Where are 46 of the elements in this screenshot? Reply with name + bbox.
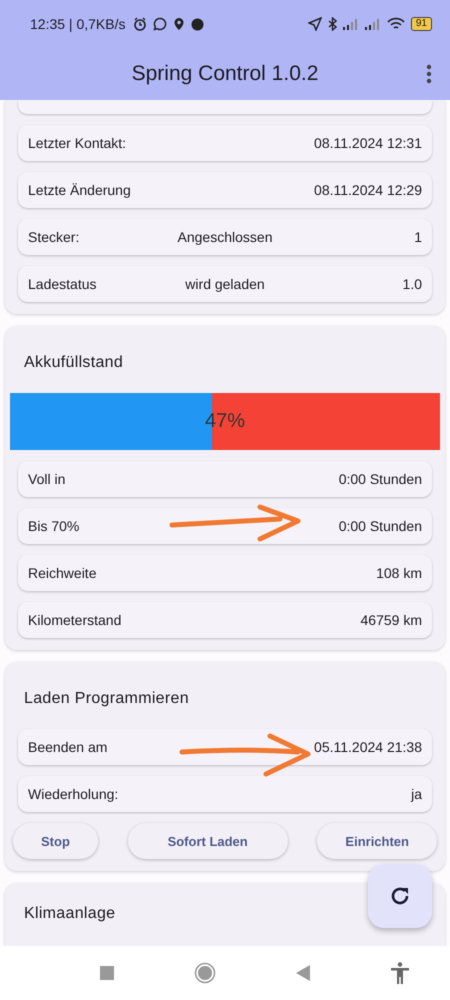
- card-title: Laden Programmieren: [23, 689, 190, 709]
- accessibility-icon[interactable]: [390, 962, 410, 984]
- back-icon[interactable]: [296, 965, 310, 981]
- home-icon[interactable]: [194, 962, 216, 984]
- row-value: 1.0: [402, 276, 422, 292]
- app-title: Spring Control 1.0.2: [132, 62, 318, 86]
- row-label: Reichweite: [28, 565, 96, 581]
- bluetooth-icon: [328, 17, 337, 31]
- signal-icon: [364, 18, 381, 30]
- row-label: Ladestatus: [28, 276, 96, 292]
- row-label: Wiederholung:: [28, 786, 118, 802]
- refresh-icon: [389, 885, 411, 907]
- card-title: Klimaanlage: [23, 904, 116, 924]
- navigation-arrow-icon: [308, 17, 322, 31]
- battery-indicator: 91: [410, 17, 432, 31]
- action-button[interactable]: Sofort Laden: [128, 823, 288, 859]
- row-value: ja: [411, 786, 422, 802]
- row-value: 08.11.2024 12:29: [314, 182, 422, 198]
- row-label: Stecker:: [28, 229, 80, 245]
- location-pin-icon: [173, 17, 186, 31]
- row-value: 46759 km: [360, 612, 422, 628]
- action-button[interactable]: Einrichten: [317, 823, 437, 859]
- card-title: Akkufüllstand: [23, 353, 124, 373]
- row-value: 0:00 Stunden: [338, 471, 422, 487]
- dot-icon: [191, 18, 204, 30]
- row-value: 05.11.2024 21:38: [314, 739, 422, 755]
- row-status: wird geladen: [185, 276, 265, 292]
- alarm-icon: [133, 17, 148, 31]
- row-status: Angeschlossen: [178, 229, 272, 245]
- row-value: 108 km: [376, 565, 422, 581]
- action-button[interactable]: Stop: [13, 823, 98, 859]
- wifi-icon: [386, 17, 405, 31]
- row-label: Beenden am: [28, 739, 108, 755]
- chat-icon: [153, 17, 168, 31]
- more-icon: [426, 64, 432, 84]
- row-value: 08.11.2024 12:31: [314, 135, 422, 151]
- row-label: Kilometerstand: [28, 612, 122, 628]
- row-label: Bis 70%: [28, 518, 80, 534]
- signal-icon: [342, 18, 359, 30]
- refresh-button[interactable]: [368, 864, 432, 928]
- status-time: 12:35 | 0,7KB/s: [30, 16, 126, 32]
- row-value: 0:00 Stunden: [338, 518, 422, 534]
- row-value: 1: [414, 229, 422, 245]
- row-label: Letzte Änderung: [28, 182, 131, 198]
- row-label: Letzter Kontakt:: [28, 135, 126, 151]
- row-label: Voll in: [28, 471, 66, 487]
